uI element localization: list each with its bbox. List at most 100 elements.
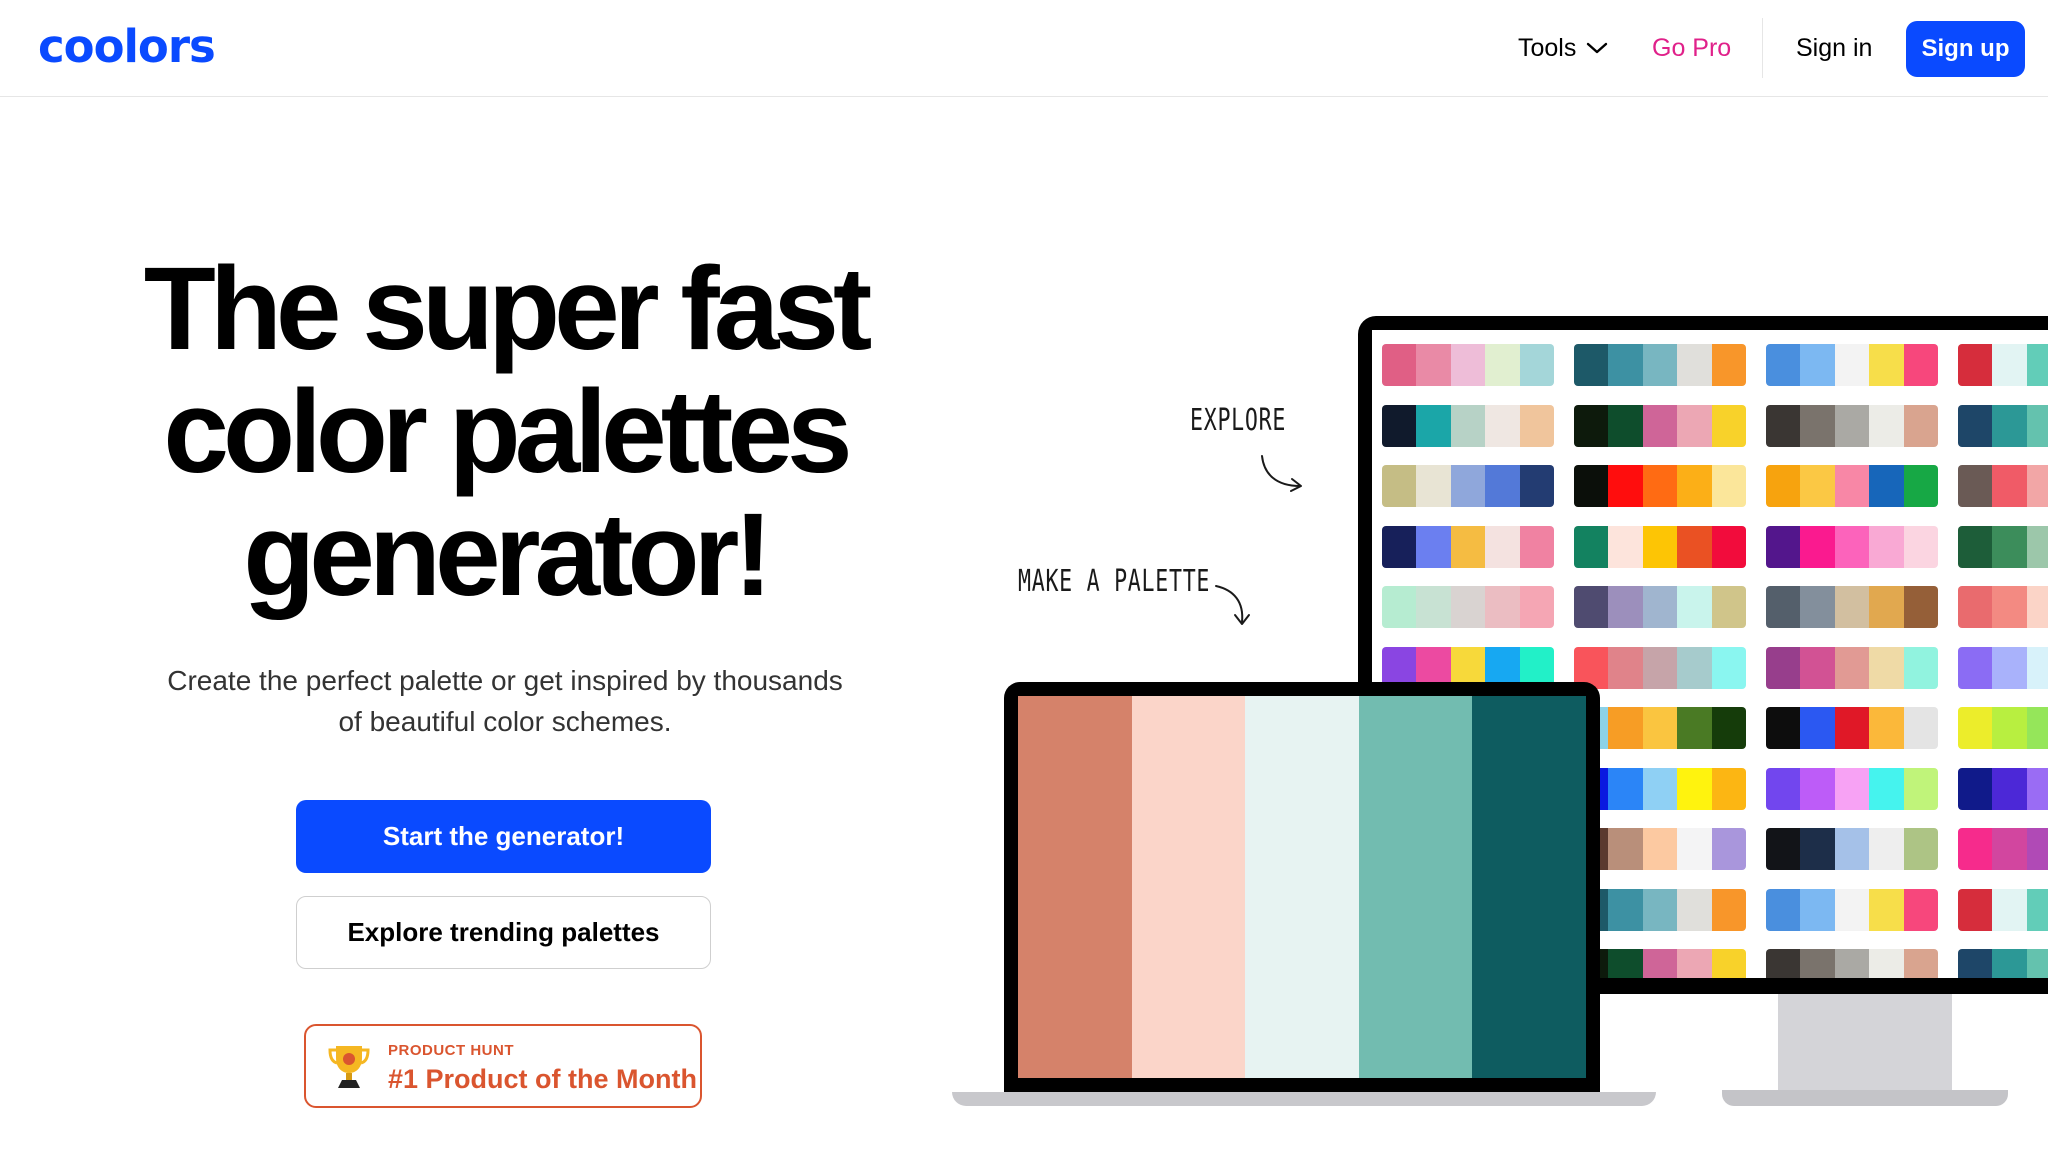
monitor-stand — [1778, 994, 1952, 1090]
color-swatch — [1711, 888, 1746, 931]
color-swatch — [1677, 949, 1712, 978]
color-swatch — [1711, 707, 1746, 749]
color-swatch — [1608, 949, 1643, 978]
color-swatch — [1485, 404, 1520, 447]
mini-palette — [1958, 646, 2048, 689]
mini-palette — [1766, 646, 1938, 689]
color-swatch — [1992, 646, 2027, 689]
color-swatch — [1711, 344, 1746, 386]
color-swatch — [1608, 525, 1643, 568]
color-swatch — [1834, 767, 1870, 810]
color-swatch — [1992, 525, 2027, 568]
mini-palette — [1382, 404, 1554, 447]
color-swatch — [1766, 707, 1801, 749]
color-swatch — [1800, 707, 1835, 749]
color-swatch — [1642, 344, 1678, 386]
color-swatch — [2026, 828, 2048, 870]
color-swatch — [1574, 404, 1609, 447]
mini-palette — [1574, 525, 1746, 568]
color-swatch — [1766, 404, 1801, 447]
mini-palette — [1958, 465, 2048, 507]
color-swatch — [1903, 525, 1938, 568]
color-swatch — [1766, 465, 1801, 507]
sign-in-link[interactable]: Sign in — [1796, 28, 1872, 68]
color-swatch — [1018, 696, 1132, 1078]
color-swatch — [2026, 404, 2048, 447]
color-swatch — [1574, 525, 1609, 568]
color-swatch — [1416, 586, 1451, 628]
go-pro-link[interactable]: Go Pro — [1652, 28, 1731, 68]
color-swatch — [1711, 586, 1746, 628]
color-swatch — [2026, 949, 2048, 978]
color-swatch — [1958, 888, 1993, 931]
color-swatch — [1834, 344, 1870, 386]
mini-palette — [1766, 707, 1938, 749]
monitor-stand-base — [1722, 1090, 2008, 1106]
color-swatch — [2026, 767, 2048, 810]
start-generator-button[interactable]: Start the generator! — [296, 800, 711, 873]
explore-trending-button[interactable]: Explore trending palettes — [296, 896, 711, 969]
color-swatch — [1382, 344, 1417, 386]
color-swatch — [1642, 525, 1678, 568]
color-swatch — [1958, 949, 1993, 978]
color-swatch — [1834, 949, 1870, 978]
product-hunt-label: PRODUCT HUNT — [388, 1042, 514, 1059]
color-swatch — [1834, 465, 1870, 507]
color-swatch — [1642, 586, 1678, 628]
nav-divider — [1762, 18, 1763, 78]
color-swatch — [1472, 696, 1586, 1078]
color-swatch — [1519, 525, 1554, 568]
color-swatch — [1131, 696, 1246, 1078]
color-swatch — [1382, 525, 1417, 568]
color-swatch — [2026, 344, 2048, 386]
mini-palette — [1766, 465, 1938, 507]
coolors-logo[interactable]: coolors — [38, 22, 216, 72]
color-swatch — [1574, 465, 1609, 507]
color-swatch — [1766, 586, 1801, 628]
color-swatch — [1869, 344, 1904, 386]
color-swatch — [1711, 404, 1746, 447]
color-swatch — [1869, 525, 1904, 568]
color-swatch — [1992, 344, 2027, 386]
tools-menu-button[interactable]: Tools — [1518, 28, 1608, 68]
laptop-palette — [1018, 696, 1586, 1078]
color-swatch — [1358, 696, 1473, 1078]
color-swatch — [1450, 525, 1486, 568]
color-swatch — [1677, 828, 1712, 870]
color-swatch — [1766, 646, 1801, 689]
color-swatch — [1869, 828, 1904, 870]
mini-palette — [1958, 707, 2048, 749]
sign-up-button[interactable]: Sign up — [1906, 21, 2025, 77]
mini-palette — [1958, 525, 2048, 568]
mini-palette — [1766, 344, 1938, 386]
mini-palette — [1958, 767, 2048, 810]
color-swatch — [1382, 404, 1417, 447]
color-swatch — [1869, 767, 1904, 810]
color-swatch — [1992, 707, 2027, 749]
color-swatch — [1958, 404, 1993, 447]
color-swatch — [1800, 767, 1835, 810]
color-swatch — [1903, 767, 1938, 810]
color-swatch — [1485, 525, 1520, 568]
color-swatch — [1416, 344, 1451, 386]
color-swatch — [1677, 767, 1712, 810]
color-swatch — [1834, 404, 1870, 447]
mini-palette — [1574, 404, 1746, 447]
color-swatch — [1958, 707, 1993, 749]
color-swatch — [1608, 888, 1643, 931]
hero-title: The super fast color palettes generator! — [60, 248, 950, 617]
color-swatch — [1677, 404, 1712, 447]
mini-palette — [1574, 586, 1746, 628]
color-swatch — [1834, 586, 1870, 628]
product-hunt-badge[interactable]: PRODUCT HUNT #1 Product of the Month — [304, 1024, 702, 1108]
landing-page: coolors Tools Go Pro Sign in Sign up The… — [0, 0, 2048, 1152]
color-swatch — [1642, 404, 1678, 447]
color-swatch — [1608, 767, 1643, 810]
color-swatch — [1711, 646, 1746, 689]
color-swatch — [1519, 404, 1554, 447]
color-swatch — [1800, 828, 1835, 870]
mini-palette — [1382, 586, 1554, 628]
color-swatch — [1766, 344, 1801, 386]
color-swatch — [1642, 828, 1678, 870]
mini-palette — [1766, 828, 1938, 870]
